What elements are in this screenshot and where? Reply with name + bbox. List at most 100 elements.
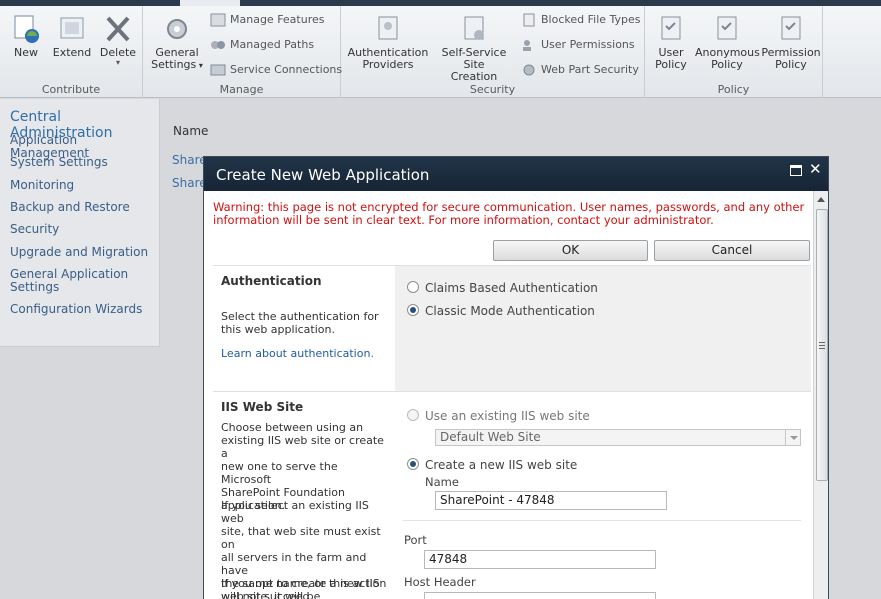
- dialog-body: Warning: this page is not encrypted for …: [204, 191, 813, 599]
- authentication-icon: [378, 16, 398, 40]
- features-icon: [210, 13, 226, 27]
- claims-based-auth-label[interactable]: Claims Based Authentication: [425, 281, 598, 295]
- dialog-scrollbar[interactable]: [813, 191, 828, 599]
- new-button[interactable]: New: [8, 14, 44, 59]
- web-application-link-1[interactable]: Share: [172, 153, 207, 167]
- managed-paths-button[interactable]: Managed Paths: [210, 36, 314, 54]
- iis-desc-line: If you select an existing IIS web: [221, 499, 369, 525]
- nav-system-settings[interactable]: System Settings: [10, 156, 108, 169]
- iis-desc-line: site, that web site must exist on: [221, 525, 381, 551]
- delete-dropdown-icon: ▾: [115, 58, 120, 67]
- blocked-file-icon: [523, 13, 535, 27]
- ribbon-group-security: Authentication Providers Self-Service Si…: [341, 6, 645, 98]
- use-existing-iis-label[interactable]: Use an existing IIS web site: [425, 409, 590, 423]
- authentication-label-2: Providers: [362, 58, 414, 71]
- use-existing-iis-radio[interactable]: [407, 409, 419, 421]
- existing-iis-site-select[interactable]: Default Web Site: [435, 429, 801, 446]
- classic-mode-auth-radio[interactable]: [407, 304, 419, 316]
- dialog-title: Create New Web Application: [216, 166, 430, 184]
- ribbon: New Extend Delete ▾ Contribute General S…: [0, 6, 881, 98]
- nav-security[interactable]: Security: [10, 223, 59, 236]
- self-service-site-creation-button[interactable]: Self-Service Site Creation: [431, 14, 517, 83]
- iis-desc-line: If you opt to create a new IIS: [221, 577, 380, 590]
- scroll-up-icon[interactable]: [817, 197, 825, 202]
- create-new-iis-radio[interactable]: [407, 458, 419, 470]
- nav-configuration-wizards[interactable]: Configuration Wizards: [10, 303, 142, 316]
- extend-label: Extend: [52, 46, 92, 59]
- authentication-section-title: Authentication: [221, 274, 322, 288]
- extend-icon: [60, 17, 84, 39]
- group-label-policy: Policy: [717, 83, 750, 96]
- ribbon-group-manage: General Settings ▾ Manage Features Manag…: [143, 6, 342, 98]
- authentication-section-info: Authentication Select the authentication…: [213, 266, 395, 392]
- general-settings-button[interactable]: General Settings ▾: [149, 14, 205, 72]
- host-header-input[interactable]: [424, 592, 656, 599]
- iis-section-title: IIS Web Site: [221, 400, 304, 414]
- manage-features-button[interactable]: Manage Features: [210, 11, 325, 29]
- permission-policy-label-2: Policy: [775, 58, 807, 71]
- self-service-label-1: Self-Service Site: [441, 46, 507, 71]
- delete-icon: [106, 16, 130, 42]
- delete-button[interactable]: Delete ▾: [99, 14, 137, 67]
- chevron-down-icon[interactable]: [785, 430, 800, 445]
- web-application-link-2[interactable]: Share: [172, 176, 207, 190]
- close-icon[interactable]: ✕: [809, 160, 822, 178]
- create-web-application-dialog: Create New Web Application ✕ Warning: th…: [203, 156, 829, 599]
- service-connections-button[interactable]: Service Connections: [210, 61, 342, 79]
- user-permissions-label: User Permissions: [541, 38, 635, 51]
- host-header-label: Host Header: [404, 575, 476, 589]
- scrollbar-thumb[interactable]: [816, 209, 828, 481]
- self-service-label-2: Creation: [450, 70, 498, 83]
- user-policy-button[interactable]: User Policy: [649, 14, 693, 71]
- extend-button[interactable]: Extend: [52, 14, 92, 59]
- ok-button[interactable]: OK: [493, 240, 648, 261]
- anonymous-policy-icon: [717, 16, 737, 40]
- new-label: New: [14, 46, 38, 59]
- create-new-iis-label[interactable]: Create a new IIS web site: [425, 458, 577, 472]
- nav-backup-and-restore[interactable]: Backup and Restore: [10, 201, 130, 214]
- iis-description-3: If you opt to create a new IIS web site,…: [221, 577, 389, 599]
- claims-based-auth-radio[interactable]: [407, 281, 419, 293]
- learn-about-authentication-link[interactable]: Learn about authentication.: [221, 347, 374, 360]
- ribbon-group-contribute: New Extend Delete ▾ Contribute: [0, 6, 143, 98]
- warning-line-2: information will be sent in clear text. …: [213, 213, 714, 227]
- web-part-security-icon: [523, 64, 535, 76]
- anonymous-policy-label-2: Policy: [711, 58, 743, 71]
- classic-mode-auth-label[interactable]: Classic Mode Authentication: [425, 304, 595, 318]
- iis-desc-line: new one to serve the Microsoft: [221, 460, 338, 486]
- user-permissions-button[interactable]: User Permissions: [521, 36, 635, 54]
- iis-name-input[interactable]: SharePoint - 47848: [435, 491, 667, 510]
- iis-desc-line: SharePoint Foundation: [221, 486, 345, 499]
- field-divider: [403, 520, 801, 521]
- nav-monitoring[interactable]: Monitoring: [10, 179, 74, 192]
- anonymous-policy-button[interactable]: Anonymous Policy: [695, 14, 760, 71]
- service-connections-label: Service Connections: [230, 63, 343, 76]
- maximize-icon[interactable]: [790, 165, 802, 176]
- cancel-button[interactable]: Cancel: [654, 240, 810, 261]
- name-column-header[interactable]: Name: [173, 124, 208, 138]
- blocked-file-types-label: Blocked File Types: [541, 13, 641, 26]
- paths-icon: [211, 41, 225, 49]
- port-input[interactable]: 47848: [424, 550, 656, 569]
- authentication-description: Select the authentication for this web a…: [221, 310, 389, 336]
- permission-policy-button[interactable]: Permission Policy: [761, 14, 821, 71]
- nav-general-application-settings-line2[interactable]: Settings: [10, 281, 59, 294]
- grip-icon: [819, 342, 825, 349]
- iis-name-label: Name: [425, 475, 459, 489]
- user-policy-icon: [661, 16, 681, 40]
- self-service-icon: [464, 16, 484, 40]
- security-warning: Warning: this page is not encrypted for …: [213, 201, 809, 227]
- web-part-security-button[interactable]: Web Part Security: [521, 61, 639, 79]
- iis-desc-line: existing IIS web site or create a: [221, 434, 384, 460]
- iis-section-options: Use an existing IIS web site Default Web…: [395, 392, 811, 599]
- connections-icon: [210, 64, 226, 76]
- authentication-providers-button[interactable]: Authentication Providers: [347, 14, 429, 71]
- nav-upgrade-and-migration[interactable]: Upgrade and Migration: [10, 246, 148, 259]
- blocked-file-types-button[interactable]: Blocked File Types: [521, 11, 641, 29]
- iis-desc-line: Choose between using an: [221, 421, 364, 434]
- user-permissions-icon: [523, 40, 531, 51]
- gear-icon: [167, 19, 187, 39]
- port-label: Port: [404, 533, 427, 547]
- managed-paths-label: Managed Paths: [230, 38, 315, 51]
- iis-section-info: IIS Web Site Choose between using an exi…: [213, 392, 395, 599]
